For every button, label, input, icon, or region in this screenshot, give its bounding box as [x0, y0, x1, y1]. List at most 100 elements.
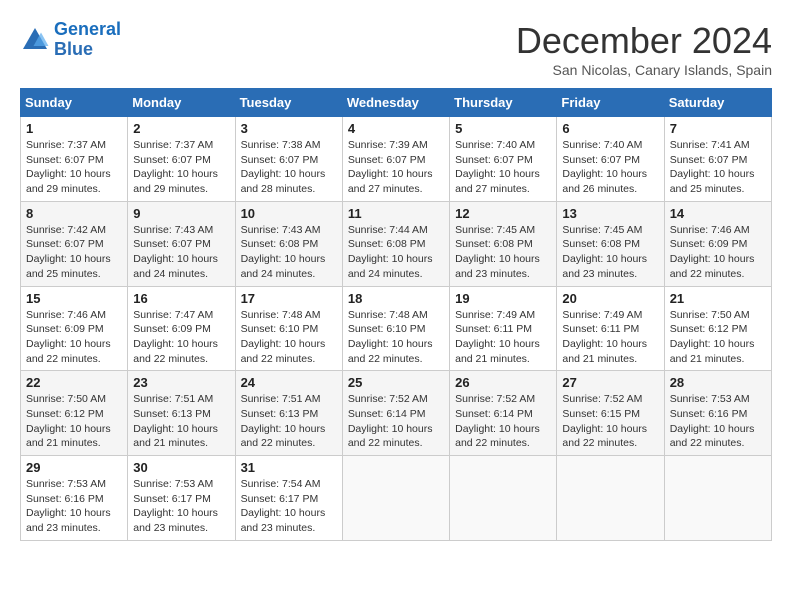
header: General Blue December 2024 San Nicolas, …	[20, 20, 772, 78]
day-info: Sunrise: 7:54 AM Sunset: 6:17 PM Dayligh…	[241, 477, 337, 536]
day-info: Sunrise: 7:39 AM Sunset: 6:07 PM Dayligh…	[348, 138, 444, 197]
day-info: Sunrise: 7:38 AM Sunset: 6:07 PM Dayligh…	[241, 138, 337, 197]
header-wednesday: Wednesday	[342, 89, 449, 117]
cell-week5-day2: 31 Sunrise: 7:54 AM Sunset: 6:17 PM Dayl…	[235, 456, 342, 541]
header-friday: Friday	[557, 89, 664, 117]
day-info: Sunrise: 7:43 AM Sunset: 6:08 PM Dayligh…	[241, 223, 337, 282]
cell-week5-day0: 29 Sunrise: 7:53 AM Sunset: 6:16 PM Dayl…	[21, 456, 128, 541]
cell-week4-day0: 22 Sunrise: 7:50 AM Sunset: 6:12 PM Dayl…	[21, 371, 128, 456]
logo-text: General Blue	[54, 20, 121, 60]
cell-week5-day4	[450, 456, 557, 541]
day-number: 25	[348, 375, 444, 390]
day-number: 17	[241, 291, 337, 306]
cell-week4-day1: 23 Sunrise: 7:51 AM Sunset: 6:13 PM Dayl…	[128, 371, 235, 456]
day-info: Sunrise: 7:51 AM Sunset: 6:13 PM Dayligh…	[241, 392, 337, 451]
day-info: Sunrise: 7:47 AM Sunset: 6:09 PM Dayligh…	[133, 308, 229, 367]
day-number: 12	[455, 206, 551, 221]
day-number: 5	[455, 121, 551, 136]
cell-week5-day6	[664, 456, 771, 541]
cell-week4-day2: 24 Sunrise: 7:51 AM Sunset: 6:13 PM Dayl…	[235, 371, 342, 456]
day-info: Sunrise: 7:51 AM Sunset: 6:13 PM Dayligh…	[133, 392, 229, 451]
day-info: Sunrise: 7:52 AM Sunset: 6:14 PM Dayligh…	[348, 392, 444, 451]
day-number: 4	[348, 121, 444, 136]
day-number: 20	[562, 291, 658, 306]
day-info: Sunrise: 7:37 AM Sunset: 6:07 PM Dayligh…	[133, 138, 229, 197]
day-number: 18	[348, 291, 444, 306]
day-info: Sunrise: 7:53 AM Sunset: 6:17 PM Dayligh…	[133, 477, 229, 536]
day-number: 19	[455, 291, 551, 306]
cell-week5-day5	[557, 456, 664, 541]
day-number: 11	[348, 206, 444, 221]
day-info: Sunrise: 7:49 AM Sunset: 6:11 PM Dayligh…	[455, 308, 551, 367]
cell-week2-day4: 12 Sunrise: 7:45 AM Sunset: 6:08 PM Dayl…	[450, 201, 557, 286]
day-number: 7	[670, 121, 766, 136]
title-area: December 2024 San Nicolas, Canary Island…	[516, 20, 772, 78]
day-number: 14	[670, 206, 766, 221]
cell-week3-day4: 19 Sunrise: 7:49 AM Sunset: 6:11 PM Dayl…	[450, 286, 557, 371]
cell-week3-day3: 18 Sunrise: 7:48 AM Sunset: 6:10 PM Dayl…	[342, 286, 449, 371]
day-number: 21	[670, 291, 766, 306]
day-info: Sunrise: 7:46 AM Sunset: 6:09 PM Dayligh…	[26, 308, 122, 367]
header-saturday: Saturday	[664, 89, 771, 117]
week-row-5: 29 Sunrise: 7:53 AM Sunset: 6:16 PM Dayl…	[21, 456, 772, 541]
cell-week4-day6: 28 Sunrise: 7:53 AM Sunset: 6:16 PM Dayl…	[664, 371, 771, 456]
header-monday: Monday	[128, 89, 235, 117]
day-number: 22	[26, 375, 122, 390]
location: San Nicolas, Canary Islands, Spain	[516, 62, 772, 78]
cell-week1-day0: 1 Sunrise: 7:37 AM Sunset: 6:07 PM Dayli…	[21, 117, 128, 202]
day-info: Sunrise: 7:42 AM Sunset: 6:07 PM Dayligh…	[26, 223, 122, 282]
day-number: 10	[241, 206, 337, 221]
week-row-1: 1 Sunrise: 7:37 AM Sunset: 6:07 PM Dayli…	[21, 117, 772, 202]
day-info: Sunrise: 7:48 AM Sunset: 6:10 PM Dayligh…	[241, 308, 337, 367]
day-info: Sunrise: 7:37 AM Sunset: 6:07 PM Dayligh…	[26, 138, 122, 197]
weekday-header-row: Sunday Monday Tuesday Wednesday Thursday…	[21, 89, 772, 117]
cell-week3-day2: 17 Sunrise: 7:48 AM Sunset: 6:10 PM Dayl…	[235, 286, 342, 371]
logo: General Blue	[20, 20, 121, 60]
day-info: Sunrise: 7:41 AM Sunset: 6:07 PM Dayligh…	[670, 138, 766, 197]
cell-week1-day2: 3 Sunrise: 7:38 AM Sunset: 6:07 PM Dayli…	[235, 117, 342, 202]
day-number: 16	[133, 291, 229, 306]
cell-week3-day0: 15 Sunrise: 7:46 AM Sunset: 6:09 PM Dayl…	[21, 286, 128, 371]
cell-week3-day1: 16 Sunrise: 7:47 AM Sunset: 6:09 PM Dayl…	[128, 286, 235, 371]
day-info: Sunrise: 7:49 AM Sunset: 6:11 PM Dayligh…	[562, 308, 658, 367]
cell-week3-day5: 20 Sunrise: 7:49 AM Sunset: 6:11 PM Dayl…	[557, 286, 664, 371]
day-number: 31	[241, 460, 337, 475]
cell-week1-day3: 4 Sunrise: 7:39 AM Sunset: 6:07 PM Dayli…	[342, 117, 449, 202]
cell-week2-day5: 13 Sunrise: 7:45 AM Sunset: 6:08 PM Dayl…	[557, 201, 664, 286]
day-number: 2	[133, 121, 229, 136]
day-info: Sunrise: 7:50 AM Sunset: 6:12 PM Dayligh…	[26, 392, 122, 451]
logo-icon	[20, 25, 50, 55]
day-number: 3	[241, 121, 337, 136]
day-info: Sunrise: 7:52 AM Sunset: 6:15 PM Dayligh…	[562, 392, 658, 451]
header-thursday: Thursday	[450, 89, 557, 117]
day-number: 29	[26, 460, 122, 475]
day-number: 6	[562, 121, 658, 136]
week-row-2: 8 Sunrise: 7:42 AM Sunset: 6:07 PM Dayli…	[21, 201, 772, 286]
cell-week1-day1: 2 Sunrise: 7:37 AM Sunset: 6:07 PM Dayli…	[128, 117, 235, 202]
cell-week4-day5: 27 Sunrise: 7:52 AM Sunset: 6:15 PM Dayl…	[557, 371, 664, 456]
week-row-4: 22 Sunrise: 7:50 AM Sunset: 6:12 PM Dayl…	[21, 371, 772, 456]
day-info: Sunrise: 7:40 AM Sunset: 6:07 PM Dayligh…	[562, 138, 658, 197]
cell-week1-day4: 5 Sunrise: 7:40 AM Sunset: 6:07 PM Dayli…	[450, 117, 557, 202]
day-number: 24	[241, 375, 337, 390]
cell-week2-day6: 14 Sunrise: 7:46 AM Sunset: 6:09 PM Dayl…	[664, 201, 771, 286]
cell-week2-day2: 10 Sunrise: 7:43 AM Sunset: 6:08 PM Dayl…	[235, 201, 342, 286]
day-number: 30	[133, 460, 229, 475]
cell-week1-day5: 6 Sunrise: 7:40 AM Sunset: 6:07 PM Dayli…	[557, 117, 664, 202]
day-info: Sunrise: 7:46 AM Sunset: 6:09 PM Dayligh…	[670, 223, 766, 282]
cell-week4-day4: 26 Sunrise: 7:52 AM Sunset: 6:14 PM Dayl…	[450, 371, 557, 456]
day-number: 23	[133, 375, 229, 390]
cell-week5-day3	[342, 456, 449, 541]
day-info: Sunrise: 7:50 AM Sunset: 6:12 PM Dayligh…	[670, 308, 766, 367]
cell-week1-day6: 7 Sunrise: 7:41 AM Sunset: 6:07 PM Dayli…	[664, 117, 771, 202]
header-sunday: Sunday	[21, 89, 128, 117]
cell-week5-day1: 30 Sunrise: 7:53 AM Sunset: 6:17 PM Dayl…	[128, 456, 235, 541]
day-number: 27	[562, 375, 658, 390]
header-tuesday: Tuesday	[235, 89, 342, 117]
day-number: 9	[133, 206, 229, 221]
day-number: 13	[562, 206, 658, 221]
month-title: December 2024	[516, 20, 772, 62]
day-info: Sunrise: 7:43 AM Sunset: 6:07 PM Dayligh…	[133, 223, 229, 282]
day-info: Sunrise: 7:53 AM Sunset: 6:16 PM Dayligh…	[26, 477, 122, 536]
cell-week4-day3: 25 Sunrise: 7:52 AM Sunset: 6:14 PM Dayl…	[342, 371, 449, 456]
